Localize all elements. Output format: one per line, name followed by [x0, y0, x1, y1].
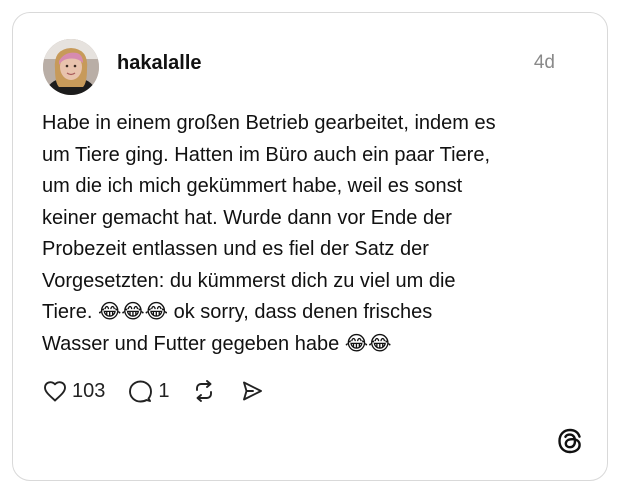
- send-icon: [242, 381, 262, 401]
- reply-button[interactable]: 1: [127, 379, 170, 403]
- heart-icon: [44, 381, 66, 402]
- post-timestamp: 4d: [533, 52, 555, 73]
- threads-logo-icon[interactable]: [557, 428, 583, 454]
- like-count: 103: [72, 379, 106, 402]
- repost-icon: [195, 380, 212, 402]
- post-card: hakalalle 4d Habe in einem großen Betrie…: [12, 12, 608, 481]
- username[interactable]: hakalalle: [117, 52, 202, 75]
- share-button[interactable]: [240, 379, 264, 403]
- reply-count: 1: [158, 379, 170, 402]
- avatar[interactable]: [43, 39, 99, 95]
- like-button[interactable]: 103: [43, 380, 105, 403]
- comment-bubble-icon: [129, 380, 153, 403]
- post-text: Habe in einem großen Betrieb gearbeitet,…: [42, 112, 496, 355]
- repost-button[interactable]: [192, 379, 216, 403]
- post-actions: 103 1: [43, 377, 264, 405]
